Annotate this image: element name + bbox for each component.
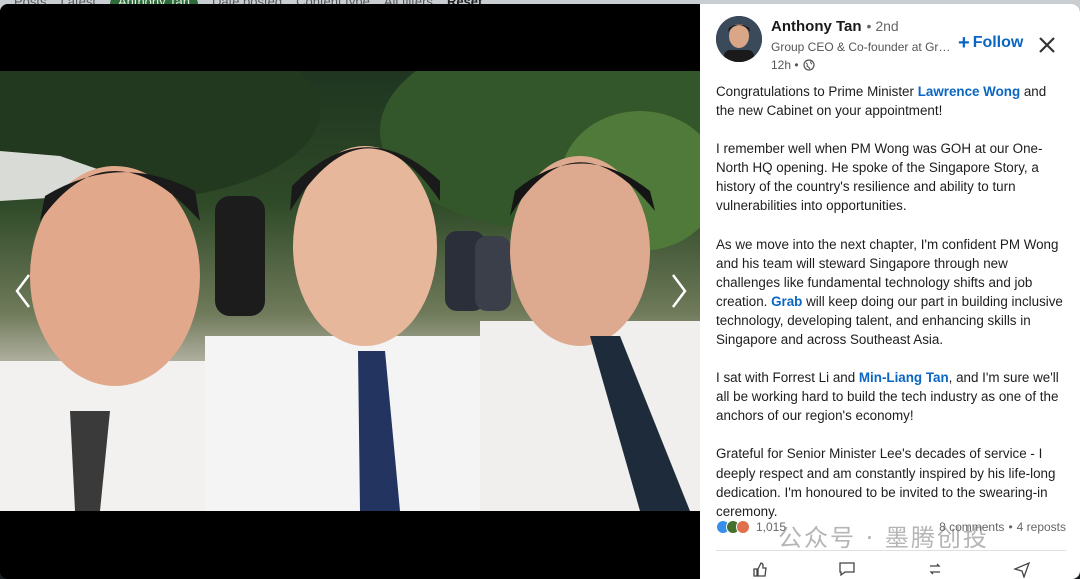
next-image-button[interactable] [662,269,696,313]
mention-grab[interactable]: Grab [771,294,802,309]
post-paragraph-2: I remember well when PM Wong was GOH at … [716,141,1043,214]
previous-image-button[interactable] [6,269,40,313]
post-paragraph-3: As we move into the next chapter, I'm co… [716,236,1063,348]
post-panel: Anthony Tan • 2nd Group CEO & Co-founder… [700,4,1080,579]
connection-degree: • 2nd [866,18,899,34]
image-lightbox: Anthony Tan • 2nd Group CEO & Co-founder… [0,4,1080,579]
avatar-image [716,16,762,62]
close-button[interactable] [1034,32,1060,58]
like-icon[interactable] [751,560,769,578]
post-photo [0,71,700,511]
send-icon[interactable] [1013,560,1031,579]
author-name[interactable]: Anthony Tan [771,18,862,35]
love-reaction-icon [736,520,750,534]
photo-illustration [0,71,700,511]
close-icon [1039,37,1055,53]
reaction-icons[interactable] [716,520,750,534]
follow-label: Follow [972,34,1024,51]
mention-lawrence-wong[interactable]: Lawrence Wong [918,84,1020,99]
post-header: Anthony Tan • 2nd Group CEO & Co-founder… [716,16,1064,82]
comment-icon[interactable] [838,560,856,578]
chevron-left-icon [15,274,30,308]
mention-min-liang-tan[interactable]: Min-Liang Tan [859,370,949,385]
wechat-watermark: 公众号 · 墨腾创投 [778,524,989,552]
social-separator: • [1008,520,1013,534]
reposts-count[interactable]: 4 reposts [1017,520,1066,534]
chevron-right-icon [672,274,687,308]
follow-button[interactable]: + Follow [958,32,1024,54]
globe-icon [802,59,815,71]
author-headline: Group CEO & Co-founder at Grab [771,40,951,54]
media-viewer [0,4,700,579]
post-text: Congratulations to Prime Minister Lawren… [716,82,1066,521]
repost-icon[interactable] [926,560,944,578]
action-bar [716,560,1066,579]
post-paragraph-1: Congratulations to Prime Minister Lawren… [716,84,1047,119]
post-time: 12h • [771,58,799,72]
post-paragraph-5: Grateful for Senior Minister Lee's decad… [716,446,1056,519]
plus-icon: + [958,32,970,54]
post-paragraph-4: I sat with Forrest Li and Min-Liang Tan,… [716,370,1059,424]
avatar[interactable] [716,16,762,62]
